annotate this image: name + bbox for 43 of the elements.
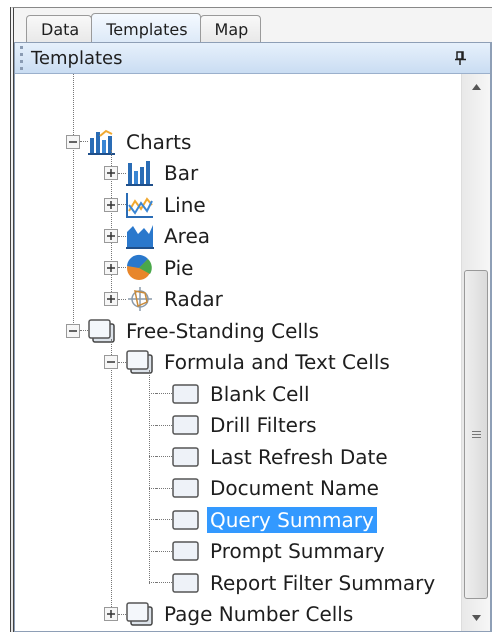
tree-item[interactable]: Pie <box>161 254 196 281</box>
tree-item[interactable]: Document Name <box>207 475 382 502</box>
tree-item[interactable]: Blank Cell <box>207 380 313 407</box>
tree-item[interactable]: Page Number Cells <box>161 601 356 628</box>
tree-item[interactable]: Line <box>161 192 209 218</box>
tree-item[interactable]: Radar <box>161 286 226 312</box>
scroll-down-icon[interactable] <box>472 615 480 621</box>
stacked-cells-icon <box>88 316 116 345</box>
tree-item[interactable]: Drill Filters <box>207 412 320 438</box>
grip-icon <box>472 431 480 438</box>
panel-title: Templates <box>31 48 124 68</box>
expand-icon[interactable] <box>104 607 118 622</box>
scroll-up-icon[interactable] <box>472 84 480 90</box>
tree-item[interactable]: Formula and Text Cells <box>161 349 393 376</box>
expand-icon[interactable] <box>104 166 118 180</box>
tree-item[interactable]: Free-Standing Cells <box>123 318 322 344</box>
collapse-icon[interactable] <box>104 355 118 370</box>
line-chart-icon <box>126 190 154 219</box>
bar-chart-icon <box>88 128 116 156</box>
pin-icon[interactable] <box>455 51 466 65</box>
stacked-cells-icon <box>126 600 154 628</box>
tree-item[interactable]: Area <box>161 223 214 250</box>
tree-item[interactable]: Prompt Summary <box>207 538 388 564</box>
tab[interactable]: Templates <box>91 13 201 42</box>
collapse-icon[interactable] <box>66 324 80 338</box>
bar-chart-icon <box>126 159 154 188</box>
tab[interactable]: Map <box>200 15 262 42</box>
radar-chart-icon <box>126 285 154 314</box>
tree-item[interactable]: Report Filter Summary <box>207 570 438 596</box>
scrollbar[interactable] <box>461 74 490 631</box>
expand-icon[interactable] <box>104 229 118 244</box>
expand-icon[interactable] <box>104 198 118 212</box>
collapse-icon[interactable] <box>66 134 80 149</box>
stacked-cells-icon <box>126 348 154 376</box>
expand-icon[interactable] <box>104 292 118 306</box>
expand-icon[interactable] <box>104 260 118 275</box>
tree-item[interactable]: Bar <box>161 160 202 186</box>
scroll-thumb[interactable] <box>464 270 488 599</box>
grip-icon <box>20 46 23 70</box>
pie-chart-icon <box>126 254 154 282</box>
tree-item[interactable]: Last Refresh Date <box>207 444 391 470</box>
tab[interactable]: Data <box>26 15 92 42</box>
tree-item[interactable]: Charts <box>123 128 194 155</box>
